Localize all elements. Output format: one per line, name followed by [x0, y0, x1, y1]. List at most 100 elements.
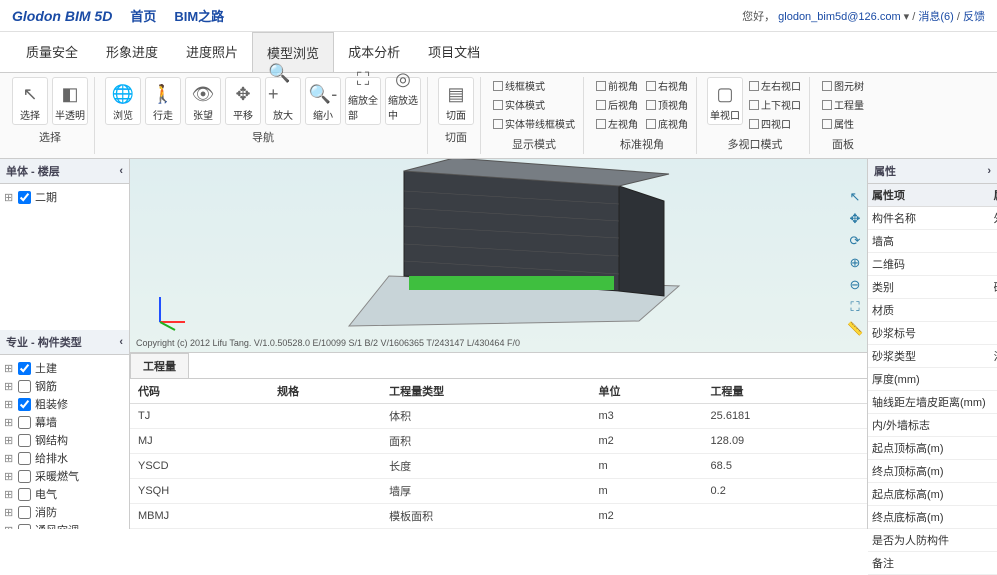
expand-icon[interactable]: ⊞ — [4, 380, 14, 393]
expand-icon[interactable]: ⊞ — [4, 488, 14, 501]
display-btn-2[interactable]: 实体带线框模式 — [491, 115, 577, 132]
vp-measure-icon[interactable]: 📏 — [847, 321, 863, 337]
display-btn-0[interactable]: 线框模式 — [491, 77, 577, 94]
multi-btn-2[interactable]: 四视口 — [747, 115, 803, 132]
mini-icon — [596, 81, 606, 91]
tab-0[interactable]: 质量安全 — [12, 32, 92, 72]
view-btn-a1[interactable]: 后视角 — [594, 96, 640, 113]
tree-item[interactable]: ⊞粗装修 — [4, 395, 125, 413]
expand-icon[interactable]: ⊞ — [4, 398, 14, 411]
collapse-icon[interactable]: ‹ — [119, 336, 123, 348]
nav-btn-3[interactable]: ✥平移 — [225, 77, 261, 125]
tree-checkbox[interactable] — [18, 380, 31, 393]
tab-5[interactable]: 项目文档 — [414, 32, 494, 72]
multi-btn-0[interactable]: 左右视口 — [747, 77, 803, 94]
qty-row[interactable]: MJ面积m2128.09 — [130, 429, 867, 454]
view-btn-b0[interactable]: 右视角 — [644, 77, 690, 94]
expand-icon[interactable]: ⊞ — [4, 452, 14, 465]
multi-btn-1[interactable]: 上下视口 — [747, 96, 803, 113]
tree-item[interactable]: ⊞电气 — [4, 485, 125, 503]
qty-row[interactable]: TJ体积m325.6181 — [130, 404, 867, 429]
vp-pan-icon[interactable]: ✥ — [847, 211, 863, 227]
tree-checkbox[interactable] — [18, 398, 31, 411]
expand-icon[interactable]: ⊞ — [4, 434, 14, 447]
vp-orbit-icon[interactable]: ⟳ — [847, 233, 863, 249]
expand-icon[interactable]: ⊞ — [4, 416, 14, 429]
qty-row[interactable]: MBMJ模板面积m2 — [130, 504, 867, 529]
tree-checkbox[interactable] — [18, 452, 31, 465]
panel-btn-2[interactable]: 属性 — [820, 115, 866, 132]
tree-item[interactable]: ⊞钢结构 — [4, 431, 125, 449]
single-viewport-btn[interactable]: ▢单视口 — [707, 77, 743, 125]
tree-checkbox[interactable] — [18, 434, 31, 447]
collapse-icon[interactable]: ‹ — [119, 165, 123, 177]
panel-btn-1[interactable]: 工程量 — [820, 96, 866, 113]
tab-2[interactable]: 进度照片 — [172, 32, 252, 72]
vp-zoomout-icon[interactable]: ⊖ — [847, 277, 863, 293]
messages-link[interactable]: 消息(6) — [918, 11, 953, 23]
expand-icon[interactable]: ⊞ — [4, 470, 14, 483]
prop-row: 厚度(mm)200 — [868, 368, 997, 391]
nav-home[interactable]: 首页 — [130, 6, 156, 25]
right-column: 属性› 属性项属性值 构件名称外墙大样墙高3.75二维码109807类别砼小型空… — [867, 159, 997, 529]
user-link[interactable]: glodon_bim5d@126.com — [778, 11, 900, 23]
nav-icon: ◎ — [395, 69, 411, 90]
nav-btn-1[interactable]: 🚶行走 — [145, 77, 181, 125]
nav-btn-5[interactable]: 🔍-缩小 — [305, 77, 341, 125]
tree-item[interactable]: ⊞ 二期 — [4, 188, 125, 206]
translucent-btn[interactable]: ◧半透明 — [52, 77, 88, 125]
tab-1[interactable]: 形象进度 — [92, 32, 172, 72]
view-btn-b1[interactable]: 顶视角 — [644, 96, 690, 113]
nav-icon: 🌐 — [112, 84, 134, 105]
tree-item[interactable]: ⊞消防 — [4, 503, 125, 521]
tree-checkbox[interactable] — [18, 416, 31, 429]
collapse-icon[interactable]: › — [987, 165, 991, 177]
qty-tab[interactable]: 工程量 — [130, 353, 189, 378]
select-btn[interactable]: ↖选择 — [12, 77, 48, 125]
tree-item[interactable]: ⊞钢筋 — [4, 377, 125, 395]
tab-4[interactable]: 成本分析 — [334, 32, 414, 72]
expand-icon[interactable]: ⊞ — [4, 524, 14, 529]
tree-checkbox[interactable] — [18, 506, 31, 519]
tree-label: 二期 — [35, 189, 57, 205]
nav-btn-6[interactable]: ⛶缩放全部 — [345, 77, 381, 125]
view-btn-a0[interactable]: 前视角 — [594, 77, 640, 94]
prop-row: 起点顶标高(m)3.65 — [868, 437, 997, 460]
nav-btn-0[interactable]: 🌐浏览 — [105, 77, 141, 125]
feedback-link[interactable]: 反馈 — [963, 11, 985, 23]
chevron-down-icon[interactable]: ▾ — [904, 11, 913, 23]
section-btn[interactable]: ▤切面 — [438, 77, 474, 125]
prop-row: 备注 — [868, 552, 997, 575]
tree-checkbox[interactable] — [18, 524, 31, 529]
tree-item[interactable]: ⊞ 土建 — [4, 359, 125, 377]
tree-item[interactable]: ⊞幕墙 — [4, 413, 125, 431]
tree-item[interactable]: ⊞给排水 — [4, 449, 125, 467]
nav-bim-road[interactable]: BIM之路 — [174, 6, 224, 25]
nav-btn-2[interactable]: 👁张望 — [185, 77, 221, 125]
expand-icon[interactable]: ⊞ — [4, 362, 14, 375]
mini-icon — [822, 119, 832, 129]
type-panel-title: 专业 - 构件类型‹ — [0, 330, 129, 355]
display-btn-1[interactable]: 实体模式 — [491, 96, 577, 113]
tree-item[interactable]: ⊞通风空调 — [4, 521, 125, 529]
tree-checkbox[interactable] — [18, 362, 31, 375]
greeting: 您好， — [742, 11, 775, 23]
tree-item[interactable]: ⊞采暖燃气 — [4, 467, 125, 485]
vp-select-icon[interactable]: ↖ — [847, 189, 863, 205]
tree-label: 土建 — [35, 360, 57, 376]
tree-checkbox[interactable] — [18, 191, 31, 204]
tree-checkbox[interactable] — [18, 488, 31, 501]
expand-icon[interactable]: ⊞ — [4, 506, 14, 519]
tree-checkbox[interactable] — [18, 470, 31, 483]
vp-fit-icon[interactable]: ⛶ — [847, 299, 863, 315]
nav-btn-4[interactable]: 🔍+放大 — [265, 77, 301, 125]
nav-btn-7[interactable]: ◎缩放选中 — [385, 77, 421, 125]
3d-viewport[interactable]: ↖ ✥ ⟳ ⊕ ⊖ ⛶ 📏 Copyright (c) 2012 Lifu Ta… — [130, 159, 867, 352]
viewport-copyright: Copyright (c) 2012 Lifu Tang. V/1.0.5052… — [136, 338, 520, 348]
panel-btn-0[interactable]: 图元树 — [820, 77, 866, 94]
view-btn-a2[interactable]: 左视角 — [594, 115, 640, 132]
expand-icon[interactable]: ⊞ — [4, 191, 14, 204]
qty-row[interactable]: YSCD长度m68.5 — [130, 454, 867, 479]
view-btn-b2[interactable]: 底视角 — [644, 115, 690, 132]
vp-zoomin-icon[interactable]: ⊕ — [847, 255, 863, 271]
